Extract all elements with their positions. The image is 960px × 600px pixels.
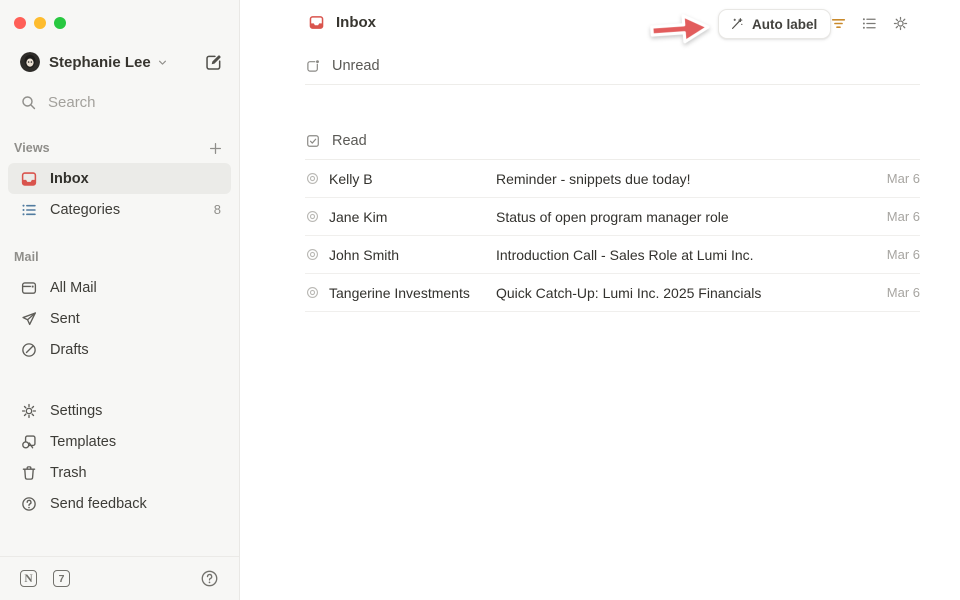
email-subject: Status of open program manager role [496,209,875,225]
email-subject: Reminder - snippets due today! [496,171,875,187]
email-date: Mar 6 [887,285,920,300]
mail-list-pane: Inbox Auto label [240,0,960,600]
email-row[interactable]: Tangerine Investments Quick Catch-Up: Lu… [305,274,920,312]
sidebar-item-send-feedback[interactable]: Send feedback [8,488,231,519]
view-settings-button[interactable] [892,15,909,32]
traffic-light-minimize[interactable] [34,17,46,29]
sidebar-item-categories[interactable]: Categories 8 [8,194,231,225]
sidebar-item-label: Templates [50,434,116,450]
traffic-light-zoom[interactable] [54,17,66,29]
help-icon [20,495,38,513]
email-date: Mar 6 [887,209,920,224]
sidebar-item-label: Trash [50,465,87,481]
window-controls [0,0,239,29]
group-row-unread[interactable]: Unread [305,48,920,85]
sidebar-item-settings[interactable]: Settings [8,395,231,426]
email-sender: Jane Kim [329,209,496,225]
email-row[interactable]: John Smith Introduction Call - Sales Rol… [305,236,920,274]
user-avatar[interactable] [20,52,40,72]
categories-list-icon [20,201,38,219]
auto-label-wand-icon [729,16,745,32]
group-label: Read [332,133,367,149]
auto-label-button[interactable]: Auto label [718,9,831,39]
sidebar-item-label: Categories [50,202,120,218]
sidebar-item-trash[interactable]: Trash [8,457,231,488]
all-mail-icon [20,279,38,297]
group-label: Unread [332,58,380,74]
compose-icon [204,53,223,72]
sidebar-item-label: Send feedback [50,496,147,512]
group-spacer [305,85,920,122]
search[interactable]: Search [20,90,219,114]
filter-icon [830,15,847,32]
email-list: Unread Read Kelly B Reminder - snippets … [305,48,920,312]
sidebar-item-templates[interactable]: Templates [8,426,231,457]
sidebar-item-label: Settings [50,403,102,419]
email-date: Mar 6 [887,171,920,186]
app-window: Stephanie Lee Search Views [0,0,960,600]
filter-button[interactable] [830,15,847,32]
categories-count: 8 [214,202,221,217]
dock-help-button[interactable] [200,569,219,588]
chevron-down-icon[interactable] [156,56,169,69]
read-status-icon [305,247,320,262]
read-status-icon [305,171,320,186]
dock-calendar-button[interactable]: 7 [53,570,70,587]
email-subject: Introduction Call - Sales Role at Lumi I… [496,247,875,263]
email-sender: Tangerine Investments [329,285,496,301]
gear-icon [892,15,909,32]
list-view-button[interactable] [861,15,878,32]
inbox-icon [20,170,38,188]
sidebar-item-label: All Mail [50,280,97,296]
sidebar-item-drafts[interactable]: Drafts [8,334,231,365]
help-circle-icon [200,569,219,588]
sidebar-item-sent[interactable]: Sent [8,303,231,334]
search-icon [20,94,37,111]
email-row[interactable]: Kelly B Reminder - snippets due today! M… [305,160,920,198]
read-status-icon [305,285,320,300]
search-label: Search [48,94,96,111]
sidebar-item-inbox[interactable]: Inbox [8,163,231,194]
trash-icon [20,464,38,482]
sidebar-dock: N 7 [0,556,239,600]
dock-notion-button[interactable]: N [20,570,37,587]
read-checkbox-icon [305,133,321,149]
sidebar-item-label: Sent [50,311,80,327]
compose-button[interactable] [204,53,223,72]
add-view-button[interactable] [208,141,223,156]
list-view-icon [861,15,878,32]
send-icon [20,310,38,328]
views-section-label: Views [14,141,50,155]
mail-section-label: Mail [14,250,39,264]
plus-icon [208,141,223,156]
email-date: Mar 6 [887,247,920,262]
unread-icon [305,58,321,74]
inbox-icon [308,14,325,31]
group-row-read[interactable]: Read [305,122,920,160]
email-sender: John Smith [329,247,496,263]
email-subject: Quick Catch-Up: Lumi Inc. 2025 Financial… [496,285,875,301]
traffic-light-close[interactable] [14,17,26,29]
drafts-icon [20,341,38,359]
sidebar-item-label: Inbox [50,171,89,187]
sidebar-item-label: Drafts [50,342,89,358]
email-sender: Kelly B [329,171,496,187]
page-title: Inbox [336,14,376,31]
email-row[interactable]: Jane Kim Status of open program manager … [305,198,920,236]
notion-logo-icon: N [20,570,37,587]
annotation-arrow-right-icon [646,8,716,50]
gear-icon [20,402,38,420]
read-status-icon [305,209,320,224]
auto-label-label: Auto label [752,17,817,32]
templates-icon [20,433,38,451]
calendar-icon: 7 [53,570,70,587]
user-name[interactable]: Stephanie Lee [49,54,151,71]
sidebar: Stephanie Lee Search Views [0,0,240,600]
sidebar-item-all-mail[interactable]: All Mail [8,272,231,303]
